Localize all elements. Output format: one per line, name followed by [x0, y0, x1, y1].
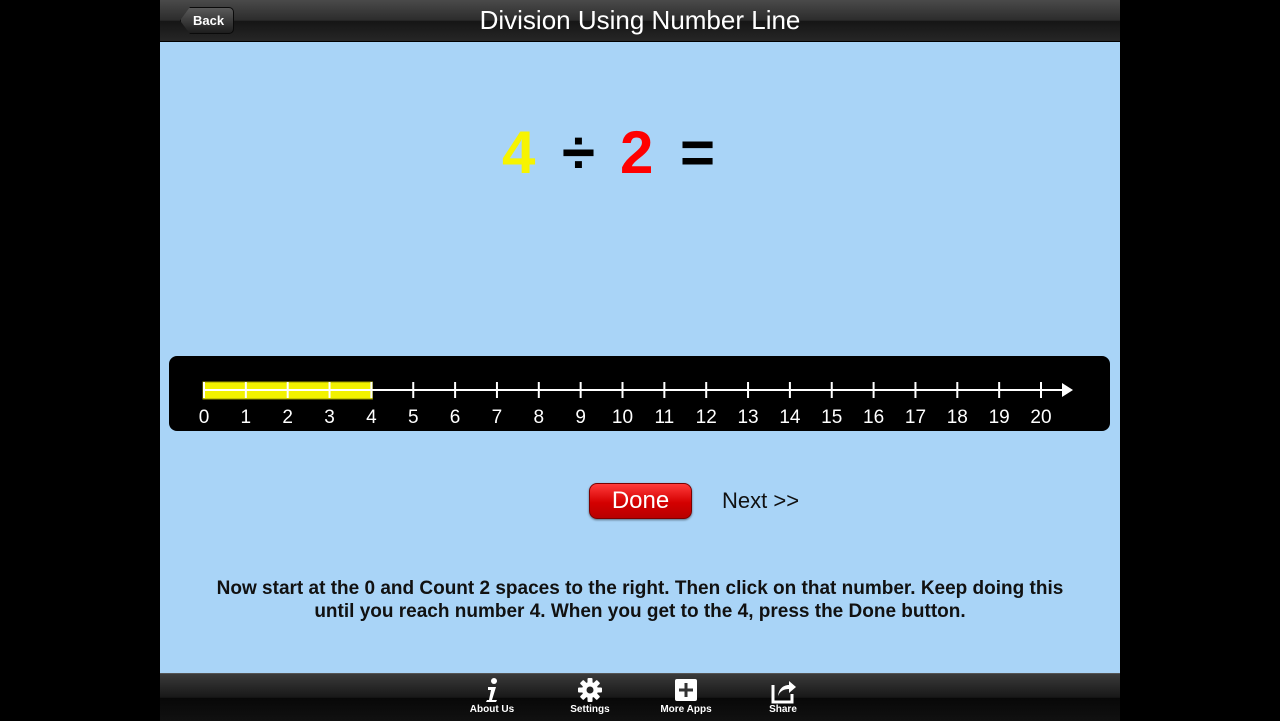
number-label[interactable]: 5	[408, 407, 419, 428]
number-label[interactable]: 6	[450, 407, 461, 428]
page-title: Division Using Number Line	[479, 5, 801, 35]
tab-about-us[interactable]: About Us	[457, 674, 527, 721]
tab-label: More Apps	[660, 704, 712, 715]
tab-more-apps[interactable]: More Apps	[651, 674, 721, 721]
done-button[interactable]: Done	[589, 483, 692, 519]
number-label[interactable]: 20	[1030, 407, 1051, 428]
number-label[interactable]: 13	[737, 407, 758, 428]
navigation-bar: Division Using Number Line Back	[160, 0, 1120, 42]
number-line-graphic: 0 1 2 3 4 5 6 7 8 9 10 11 12 13 14 15 16 17 18 19 20	[199, 381, 1073, 428]
number-label[interactable]: 18	[947, 407, 968, 428]
share-icon	[748, 674, 818, 704]
tab-label: Share	[769, 704, 797, 715]
back-button[interactable]: Back	[180, 7, 235, 34]
instructions-text: Now start at the 0 and Count 2 spaces to…	[170, 577, 1110, 623]
instructions-line-2: until you reach number 4. When you get t…	[314, 601, 966, 622]
tab-bar: About Us Settings More Apps Share	[160, 673, 1120, 721]
number-label[interactable]: 16	[863, 407, 884, 428]
number-label[interactable]: 17	[905, 407, 926, 428]
number-line: 0 1 2 3 4 5 6 7 8 9 10 11 12 13 14 15 16 17 18 19 20	[169, 356, 1110, 431]
number-label[interactable]: 4	[366, 407, 377, 428]
equals-sign: =	[680, 119, 716, 186]
division-sign: ÷	[562, 119, 595, 186]
number-label[interactable]: 14	[779, 407, 801, 428]
tab-share[interactable]: Share	[748, 674, 818, 721]
number-label[interactable]: 12	[696, 407, 717, 428]
number-label[interactable]: 2	[282, 407, 293, 428]
number-label[interactable]: 15	[821, 407, 842, 428]
number-label[interactable]: 10	[612, 407, 633, 428]
dividend: 4	[502, 119, 536, 186]
number-label[interactable]: 0	[199, 407, 210, 428]
info-icon	[457, 674, 527, 704]
app-screen: Division Using Number Line Back 4 ÷ 2 = …	[160, 0, 1120, 721]
number-label[interactable]: 19	[989, 407, 1010, 428]
tab-label: About Us	[469, 704, 515, 715]
number-label[interactable]: 3	[324, 407, 335, 428]
gear-icon	[555, 674, 625, 704]
tab-settings[interactable]: Settings	[555, 674, 625, 721]
number-label[interactable]: 11	[654, 407, 674, 428]
number-label[interactable]: 7	[492, 407, 503, 428]
next-link[interactable]: Next >>	[722, 488, 799, 514]
number-label[interactable]: 8	[534, 407, 545, 428]
division-equation: 4 ÷ 2 =	[490, 118, 790, 198]
axis-arrow	[1062, 383, 1073, 397]
plus-icon	[651, 674, 721, 704]
tab-label: Settings	[570, 704, 610, 715]
instructions-line-1: Now start at the 0 and Count 2 spaces to…	[216, 578, 1064, 599]
number-label[interactable]: 1	[241, 407, 252, 428]
divisor: 2	[620, 119, 654, 186]
number-label[interactable]: 9	[575, 407, 586, 428]
